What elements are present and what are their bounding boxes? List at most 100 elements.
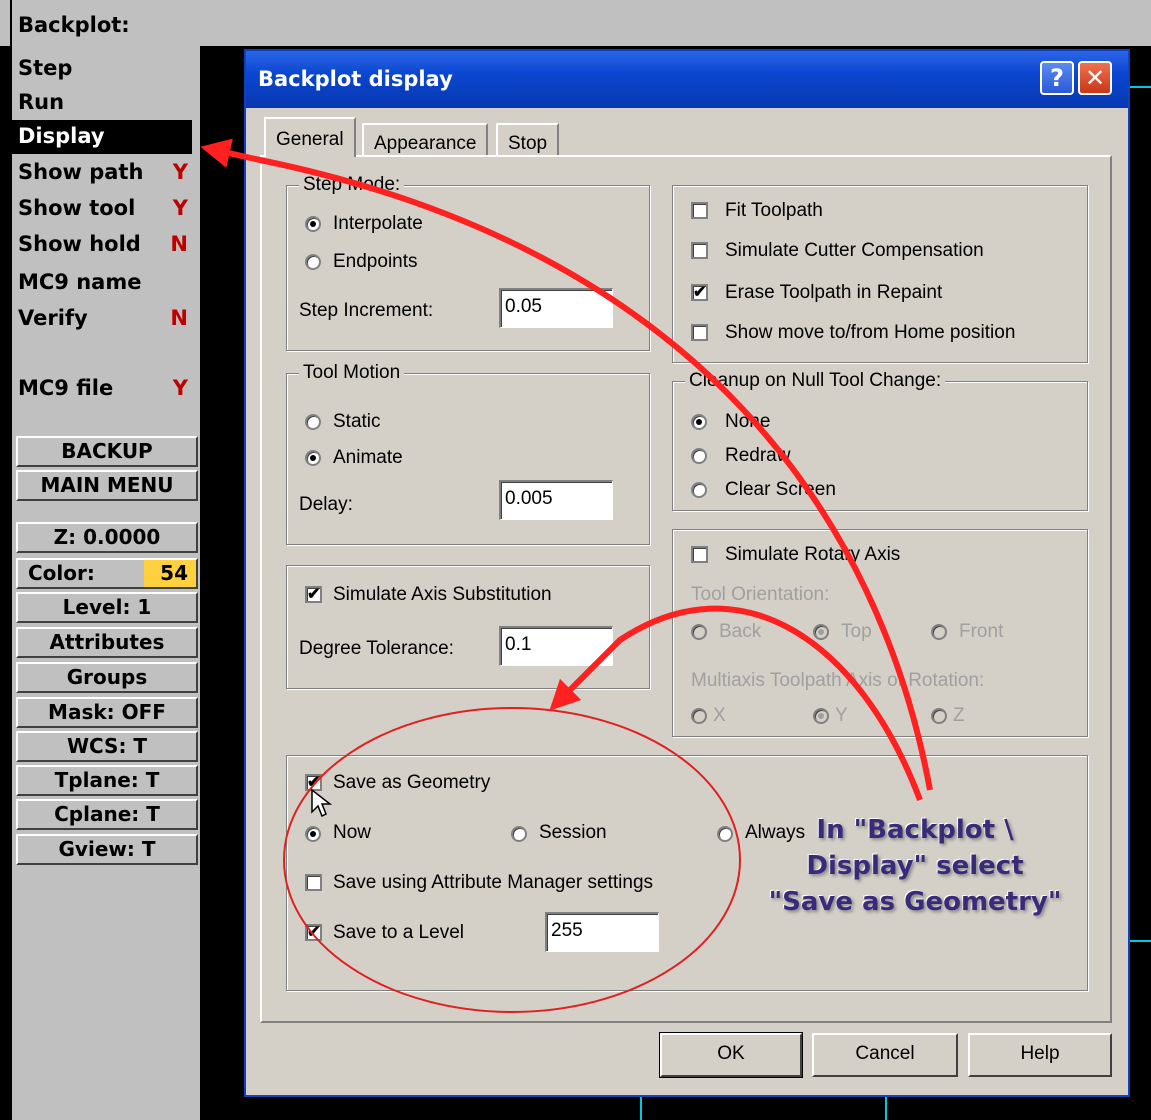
backplot-display-dialog: Backplot display ? ✕ General Appearance … (244, 49, 1130, 1097)
menu-item-step[interactable]: Step (12, 52, 192, 86)
menu-item-value: Y (172, 160, 188, 184)
cutter-compensation-checkbox[interactable] (691, 242, 708, 259)
simulate-axis-substitution-label: Simulate Axis Substitution (333, 584, 552, 605)
menu-item-label: Show tool (18, 196, 136, 220)
save-now-label: Now (333, 822, 372, 843)
background-line (640, 1097, 642, 1120)
step-mode-group: Step Mode: Interpolate Endpoints Step In… (286, 174, 650, 351)
menu-item-label: MC9 name (18, 270, 142, 294)
groups-button[interactable]: Groups (16, 662, 198, 693)
menu-item-value: N (170, 232, 188, 256)
wcs-button[interactable]: WCS: T (16, 731, 198, 762)
annotation-line-1: In "Backplot \ (816, 815, 1014, 845)
background-line (1130, 940, 1151, 942)
fit-toolpath-checkbox[interactable] (691, 202, 708, 219)
annotation-line-3: "Save as Geometry" (768, 887, 1062, 917)
tplane-button[interactable]: Tplane: T (16, 765, 198, 796)
backplot-title-bar: Backplot: (0, 0, 1151, 1120)
static-radio[interactable] (305, 414, 321, 430)
mask-button[interactable]: Mask: OFF (16, 697, 198, 728)
simulate-axis-substitution-checkbox[interactable]: ✔ (305, 586, 322, 603)
animate-radio[interactable] (305, 450, 321, 466)
backplot-sidebar: Step Run Display Show path Y Show tool Y… (12, 46, 200, 1120)
cleanup-clear-radio[interactable] (691, 482, 707, 498)
save-now-radio[interactable] (305, 826, 321, 842)
interpolate-radio[interactable] (305, 216, 321, 232)
menu-item-verify[interactable]: Verify N (12, 302, 192, 336)
endpoints-radio[interactable] (305, 254, 321, 270)
orientation-front-radio[interactable] (931, 624, 947, 640)
cleanup-clear-label: Clear Screen (725, 479, 836, 500)
menu-item-show-tool[interactable]: Show tool Y (12, 192, 192, 226)
tab-appearance[interactable]: Appearance (362, 123, 489, 157)
help-button[interactable]: Help (968, 1033, 1112, 1077)
menu-item-display[interactable]: Display (12, 120, 192, 154)
orientation-back-radio[interactable] (691, 624, 707, 640)
tool-orientation-label: Tool Orientation: (691, 584, 830, 605)
save-to-level-label: Save to a Level (333, 922, 464, 943)
menu-item-show-path[interactable]: Show path Y (12, 156, 192, 190)
tab-general[interactable]: General (264, 117, 356, 157)
degree-tolerance-label: Degree Tolerance: (299, 638, 454, 659)
menu-item-value: Y (172, 196, 188, 220)
static-label: Static (333, 411, 381, 432)
cleanup-title: Cleanup on Null Tool Change: (685, 370, 946, 392)
rotation-y-radio[interactable] (813, 708, 829, 724)
delay-field[interactable]: 0.005 (499, 480, 613, 520)
save-always-radio[interactable] (717, 826, 733, 842)
z-depth-button[interactable]: Z: 0.0000 (16, 522, 198, 553)
color-button[interactable]: Color: 54 (16, 558, 198, 589)
fit-toolpath-label: Fit Toolpath (725, 200, 823, 221)
help-icon[interactable]: ? (1040, 61, 1074, 95)
degree-tolerance-field[interactable]: 0.1 (499, 626, 613, 666)
axis-substitution-group: ✔ Simulate Axis Substitution Degree Tole… (286, 565, 650, 689)
menu-item-mc9-name[interactable]: MC9 name (12, 266, 192, 300)
menu-item-show-hold[interactable]: Show hold N (12, 228, 192, 262)
save-session-label: Session (539, 822, 607, 843)
tab-stop[interactable]: Stop (496, 123, 560, 157)
endpoints-label: Endpoints (333, 251, 418, 272)
menu-item-value: Y (172, 376, 188, 400)
save-session-radio[interactable] (511, 826, 527, 842)
menu-item-run[interactable]: Run (12, 86, 192, 120)
save-to-level-checkbox[interactable]: ✔ (305, 924, 322, 941)
cleanup-none-radio[interactable] (691, 414, 707, 430)
backplot-title: Backplot: (18, 13, 130, 37)
erase-toolpath-checkbox[interactable]: ✔ (691, 284, 708, 301)
save-as-geometry-label: Save as Geometry (333, 772, 491, 793)
step-increment-field[interactable]: 0.05 (499, 288, 613, 328)
backup-button[interactable]: BACKUP (16, 436, 198, 467)
background-line (1130, 86, 1151, 88)
step-mode-title: Step Mode: (299, 174, 405, 196)
gview-button[interactable]: Gview: T (16, 834, 198, 865)
menu-item-label: Show path (18, 160, 144, 184)
interpolate-label: Interpolate (333, 213, 423, 234)
menu-item-value: N (170, 306, 188, 330)
dialog-title: Backplot display (258, 67, 453, 91)
menu-item-mc9-file[interactable]: MC9 file Y (12, 372, 192, 406)
menu-item-label: Show hold (18, 232, 141, 256)
cplane-button[interactable]: Cplane: T (16, 799, 198, 830)
level-button[interactable]: Level: 1 (16, 592, 198, 623)
cutter-compensation-label: Simulate Cutter Compensation (725, 240, 984, 261)
background-line (885, 1097, 887, 1120)
ok-button[interactable]: OK (659, 1032, 803, 1078)
orientation-top-radio[interactable] (813, 624, 829, 640)
cancel-button[interactable]: Cancel (812, 1033, 958, 1077)
cleanup-redraw-radio[interactable] (691, 448, 707, 464)
save-as-geometry-checkbox[interactable]: ✔ (305, 774, 322, 791)
save-level-field[interactable]: 255 (545, 912, 659, 952)
close-icon[interactable]: ✕ (1078, 61, 1112, 95)
simulate-rotary-axis-checkbox[interactable] (691, 546, 708, 563)
attributes-button[interactable]: Attributes (16, 627, 198, 658)
show-home-move-checkbox[interactable] (691, 324, 708, 341)
orientation-back-label: Back (719, 621, 762, 642)
dialog-title-bar: Backplot display ? ✕ (246, 51, 1128, 108)
attribute-manager-checkbox[interactable] (305, 874, 322, 891)
annotation-callout: In "Backplot \ Display" select "Save as … (760, 812, 1070, 920)
cleanup-none-label: None (725, 411, 771, 432)
main-menu-button[interactable]: MAIN MENU (16, 470, 198, 501)
rotation-z-radio[interactable] (931, 708, 947, 724)
annotation-line-2: Display" select (806, 851, 1024, 881)
rotation-x-radio[interactable] (691, 708, 707, 724)
